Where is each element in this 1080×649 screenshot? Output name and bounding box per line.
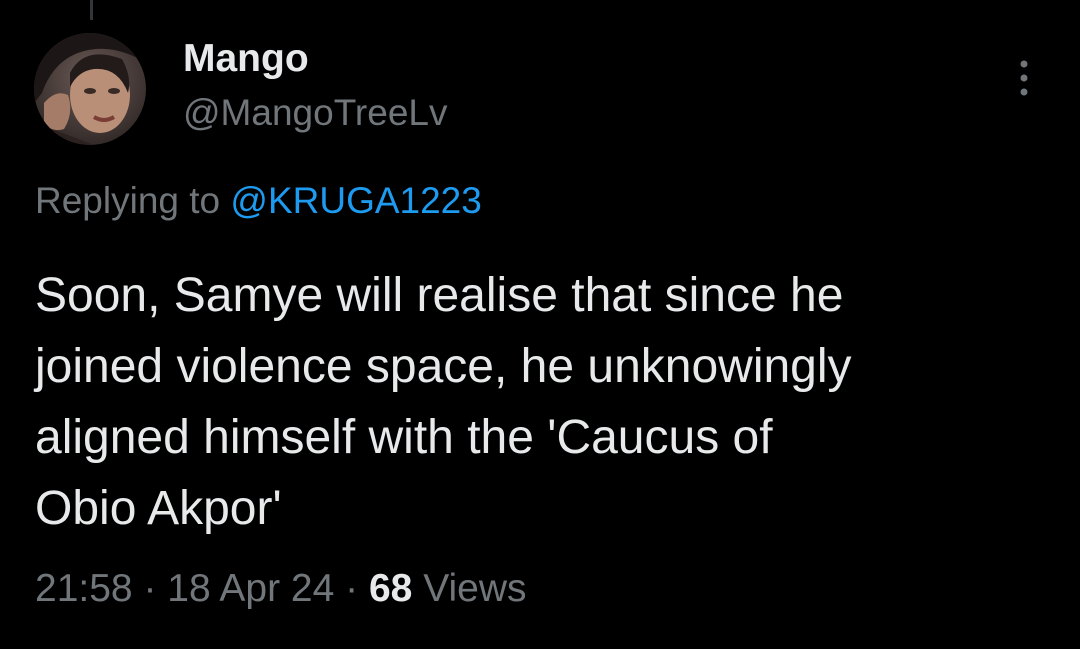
tweet-text: Soon, Samye will realise that since he j… <box>35 269 852 535</box>
separator-dot: · <box>143 567 157 610</box>
views-label[interactable]: Views <box>423 567 526 610</box>
tweet-time[interactable]: 21:58 <box>35 567 133 610</box>
avatar[interactable] <box>34 33 146 145</box>
author-name[interactable]: Mango <box>183 36 309 82</box>
thread-connector-line <box>90 0 93 20</box>
separator-dot: · <box>345 567 359 610</box>
replying-to-line: Replying to @KRUGA1223 <box>35 178 482 224</box>
views-count[interactable]: 68 <box>369 567 412 610</box>
tweet-date[interactable]: 18 Apr 24 <box>167 567 334 610</box>
more-vertical-icon <box>1020 60 1028 96</box>
tweet-metadata: 21:58 · 18 Apr 24 · 68 Views <box>35 565 527 613</box>
author-handle[interactable]: @MangoTreeLv <box>183 90 447 136</box>
more-options-button[interactable] <box>1000 52 1048 104</box>
replying-to-mention-link[interactable]: @KRUGA1223 <box>230 180 481 221</box>
profile-photo-image <box>34 33 146 145</box>
replying-to-label: Replying to <box>35 180 221 221</box>
